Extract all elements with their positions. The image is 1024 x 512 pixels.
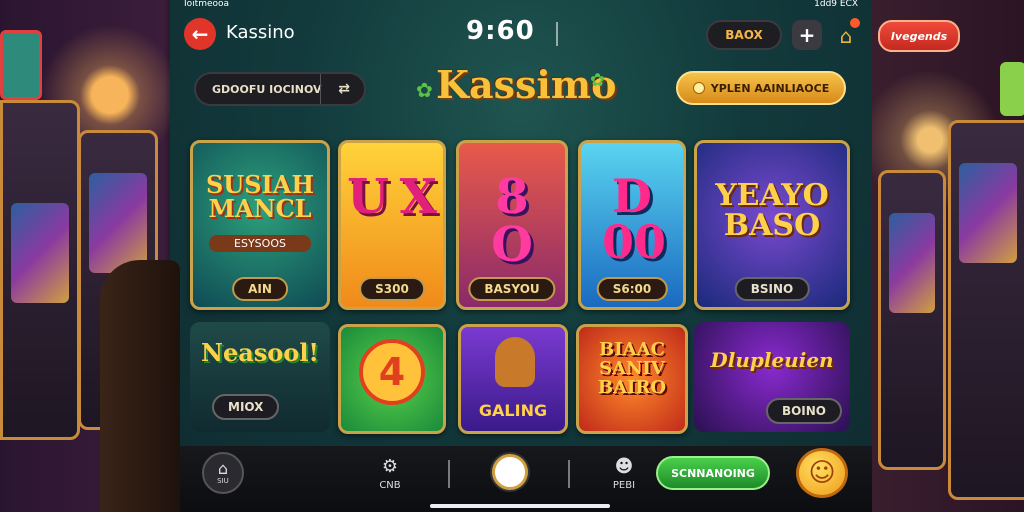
logo-palm-icon-right: ✿	[590, 70, 606, 91]
game-card-title: YEAYO BASO	[715, 178, 829, 243]
hand-silhouette	[100, 260, 180, 512]
search-divider	[320, 74, 321, 104]
gear-icon: ⚙	[381, 455, 399, 477]
game-card-4[interactable]: D 00 S6:00	[578, 140, 686, 310]
game-card-title: D 00	[602, 169, 667, 269]
smiley-button[interactable]: ☺	[796, 448, 848, 498]
game-card-subtitle: ESYSOOS	[209, 235, 311, 252]
game-card-title: Dlupleuien	[710, 348, 834, 372]
people-button[interactable]: ☻ PEBI	[604, 452, 644, 496]
logo-palm-icon: ✿	[416, 78, 433, 102]
arrow-left-icon: ←	[191, 22, 209, 46]
phone-screen: Ioitmeooa 1dd9 ECX ← Kassino 9:60 BAOX +…	[170, 0, 872, 512]
game-card-label: BSINO	[734, 277, 810, 301]
game-card-title: U X	[347, 169, 437, 225]
game-card-label: AIN	[232, 277, 288, 301]
house-icon: ⌂	[839, 24, 853, 48]
game-card-7[interactable]: 4	[338, 324, 446, 434]
search-label: GDOOFU IOCINOV	[212, 82, 322, 96]
bottom-separator-2	[568, 460, 570, 488]
clock-divider	[556, 22, 558, 46]
game-card-label: GALING	[478, 401, 548, 420]
people-label: PEBI	[612, 479, 636, 491]
back-button[interactable]: ←	[184, 18, 216, 50]
legends-button[interactable]: Ivegends	[878, 20, 960, 52]
home-label: SIU	[217, 477, 229, 485]
game-card-title: Neasool!	[201, 338, 319, 367]
action-button[interactable]: SCNNANOING	[656, 456, 770, 490]
status-left: Ioitmeooa	[184, 0, 230, 9]
game-card-label: S300	[359, 277, 425, 301]
game-card-9[interactable]: BIAAC SANIV BAIRO	[576, 324, 688, 434]
neon-sign-left	[0, 30, 42, 100]
home-indicator[interactable]	[430, 504, 610, 508]
game-card-title: SUSIAH MANCL	[205, 170, 315, 223]
add-button[interactable]: +	[792, 20, 822, 50]
badge-button[interactable]: BAOX	[706, 20, 782, 50]
plus-icon: +	[798, 23, 816, 47]
game-card-title: BIAAC SANIV BAIRO	[597, 339, 667, 398]
status-bar: Ioitmeooa 1dd9 ECX	[184, 0, 858, 10]
home-button[interactable]: ⌂ SIU	[202, 452, 244, 494]
smile-icon: ☺	[808, 458, 836, 488]
settings-button[interactable]: ⚙ CNB	[370, 452, 410, 496]
game-card-6[interactable]: Neasool! MIOX	[190, 322, 330, 432]
neon-sign-right	[1000, 62, 1024, 116]
game-card-label: BASYOU	[468, 277, 556, 301]
people-icon: ☻	[614, 455, 634, 477]
game-card-1[interactable]: SUSIAH MANCL ESYSOOS AIN	[190, 140, 330, 310]
clock: 9:60	[466, 16, 535, 46]
settings-label: CNB	[379, 479, 401, 491]
home-icon: ⌂	[217, 459, 229, 478]
promo-label: YPLEN AAINLIAOCE	[710, 81, 830, 95]
game-card-title: 4	[359, 339, 425, 405]
game-card-label: S6:00	[596, 277, 668, 301]
game-card-title: 8 O	[491, 169, 533, 273]
notification-dot	[850, 18, 860, 28]
coin-icon	[692, 82, 705, 94]
game-card-2[interactable]: U X S300	[338, 140, 446, 310]
arcade-cabinet-left	[0, 100, 80, 440]
arcade-cabinet-right	[878, 170, 946, 470]
app-title: Kassino	[226, 22, 295, 43]
bottom-separator-1	[448, 460, 450, 488]
game-card-3[interactable]: 8 O BASYOU	[456, 140, 568, 310]
game-card-8[interactable]: GALING	[458, 324, 568, 434]
search-bar[interactable]: GDOOFU IOCINOV ⇄	[194, 72, 366, 106]
game-card-label: BOINO	[765, 398, 842, 424]
game-card-10[interactable]: Dlupleuien BOINO	[694, 322, 850, 432]
share-icon[interactable]: ⇄	[338, 81, 350, 97]
game-card-label: MIOX	[212, 394, 280, 420]
home-notification-button[interactable]: ⌂	[832, 18, 860, 50]
status-right: 1dd9 ECX	[814, 0, 858, 9]
center-home-button[interactable]	[492, 454, 528, 490]
arcade-cabinet-right-2	[948, 120, 1024, 500]
bear-character-icon	[495, 337, 535, 387]
promo-button[interactable]: YPLEN AAINLIAOCE	[676, 71, 846, 105]
game-card-5[interactable]: YEAYO BASO BSINO	[694, 140, 850, 310]
